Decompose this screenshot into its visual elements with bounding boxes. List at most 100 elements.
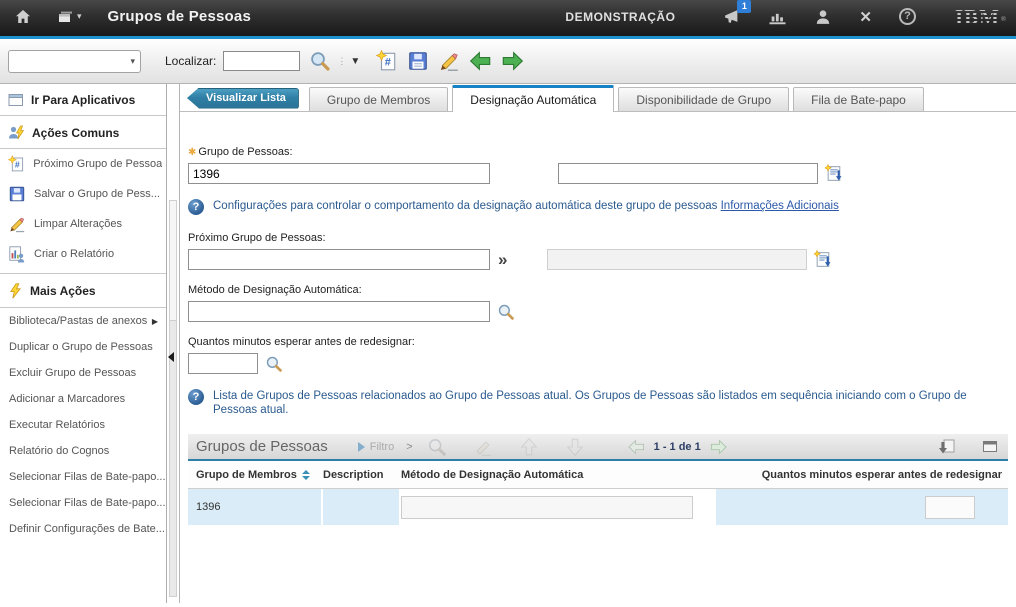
new-record-icon: #: [8, 155, 25, 173]
toolbar-separator: ⋮: [337, 56, 347, 67]
go-to-detail-icon[interactable]: »: [498, 253, 507, 267]
next-group-description-input: [547, 249, 807, 270]
next-group-input[interactable]: [188, 249, 490, 270]
row-description-value[interactable]: [323, 489, 401, 525]
tab-grupo-de-membros[interactable]: Grupo de Membros: [309, 87, 448, 111]
column-header-member-group[interactable]: Grupo de Membros: [188, 469, 323, 481]
help-icon[interactable]: ?: [899, 8, 916, 25]
sidebar-section-more-actions: Mais Ações: [0, 273, 166, 308]
close-icon[interactable]: ✕: [859, 8, 872, 26]
action-add-to-bookmarks[interactable]: Adicionar a Marcadores: [0, 386, 166, 412]
search-icon[interactable]: [309, 50, 331, 72]
previous-record-icon[interactable]: [469, 50, 492, 72]
next-row-icon: [565, 437, 585, 457]
download-icon[interactable]: [938, 438, 956, 456]
tab-fila-de-bate-papo[interactable]: Fila de Bate-papo: [793, 87, 924, 111]
new-record-icon[interactable]: #: [376, 50, 398, 72]
table-title: Grupos de Pessoas: [196, 438, 328, 455]
column-header-minutes[interactable]: Quantos minutos esperar antes de redesig…: [716, 469, 1008, 481]
long-description-icon[interactable]: [814, 250, 833, 269]
save-icon: [8, 185, 26, 203]
group-field-label: ✱Grupo de Pessoas:: [188, 146, 1008, 158]
action-define-chat-settings[interactable]: Definir Configurações de Bate...: [0, 516, 166, 542]
minutes-field-label: Quantos minutos esperar antes de redesig…: [188, 336, 1008, 348]
table-clear-icon: [473, 437, 493, 457]
method-input[interactable]: [188, 301, 490, 322]
find-label: Localizar:: [165, 54, 216, 68]
previous-page-icon: [627, 439, 646, 455]
report-icon: [8, 245, 26, 263]
tab-designacao-automatica[interactable]: Designação Automática: [452, 85, 614, 112]
notification-badge: 1: [737, 0, 751, 13]
sidebar-collapse-icon[interactable]: [168, 352, 174, 362]
sidebar-scrollbar[interactable]: [169, 200, 177, 597]
submenu-arrow-icon: ▶: [152, 317, 158, 326]
sort-icon[interactable]: [302, 470, 310, 480]
home-icon[interactable]: [14, 9, 32, 25]
more-information-link[interactable]: Informações Adicionais: [721, 200, 839, 212]
view-list-button[interactable]: Visualizar Lista: [187, 88, 299, 109]
record-toolbar: ▾ Localizar: ⋮ ▼ #: [0, 39, 1016, 84]
action-save-person-group[interactable]: Salvar o Grupo de Pess...: [0, 179, 166, 209]
action-clear-changes[interactable]: Limpar Alterações: [0, 209, 166, 239]
sidebar-splitter[interactable]: [167, 84, 180, 603]
info-help-icon[interactable]: ?: [188, 389, 204, 405]
minutes-lookup-icon[interactable]: [265, 355, 283, 373]
find-input[interactable]: [223, 51, 300, 71]
application-window-icon: [8, 93, 24, 107]
action-select-chat-queues-1[interactable]: Selecionar Filas de Bate-papo...: [0, 464, 166, 490]
tab-bar: Visualizar Lista Grupo de Membros Design…: [180, 84, 1016, 112]
clear-changes-icon: [8, 215, 26, 233]
row-method-input[interactable]: [401, 496, 693, 519]
sidebar-scrollbar-thumb[interactable]: [170, 201, 176, 321]
column-header-description[interactable]: Description: [323, 469, 401, 481]
row-minutes-input[interactable]: [925, 496, 975, 519]
table-row[interactable]: 1396: [188, 489, 1008, 525]
table-search-icon: [427, 437, 447, 457]
sidebar: Ir Para Aplicativos Ações Comuns # Próxi…: [0, 84, 167, 603]
more-actions-icon: [8, 283, 23, 299]
reports-chart-icon[interactable]: [768, 9, 787, 25]
table-header-row: Grupo de Membros Description Método de D…: [188, 461, 1008, 489]
method-lookup-icon[interactable]: [497, 303, 515, 321]
action-select-chat-queues-2[interactable]: Selecionar Filas de Bate-papo...: [0, 490, 166, 516]
search-options-caret-icon[interactable]: ▼: [350, 56, 360, 67]
column-header-method[interactable]: Método de Designação Automática: [401, 469, 716, 481]
profile-icon[interactable]: [814, 9, 832, 25]
group-input[interactable]: [188, 163, 490, 184]
method-field-label: Método de Designação Automática:: [188, 284, 1008, 296]
combo-caret-icon: ▾: [130, 56, 135, 67]
next-record-icon[interactable]: [501, 50, 524, 72]
tab-disponibilidade-de-grupo[interactable]: Disponibilidade de Grupo: [618, 87, 789, 111]
query-select[interactable]: ▾: [8, 50, 141, 73]
clear-changes-icon[interactable]: [438, 50, 460, 72]
go-to-menu-icon[interactable]: ▾: [56, 9, 82, 25]
announcements-icon[interactable]: 1: [721, 8, 741, 25]
go-to-caret-icon: ▾: [77, 11, 82, 22]
long-description-icon[interactable]: [825, 164, 844, 183]
table-toolbar: Grupos de Pessoas Filtro >: [188, 434, 1008, 461]
environment-label: DEMONSTRAÇÃO: [565, 10, 675, 24]
action-delete-person-group[interactable]: Excluir Grupo de Pessoas: [0, 360, 166, 386]
previous-row-icon: [519, 437, 539, 457]
row-member-group-value[interactable]: 1396: [188, 489, 323, 525]
save-icon[interactable]: [407, 50, 429, 72]
action-duplicate-person-group[interactable]: Duplicar o Grupo de Pessoas: [0, 334, 166, 360]
filter-expand-icon[interactable]: >: [406, 441, 412, 453]
sidebar-item-go-to-applications[interactable]: Ir Para Aplicativos: [0, 84, 166, 116]
action-attachment-library[interactable]: Biblioteca/Pastas de anexos ▶: [0, 308, 166, 334]
info-help-icon[interactable]: ?: [188, 199, 204, 215]
next-page-icon: [709, 439, 728, 455]
sidebar-section-common-actions: Ações Comuns: [0, 116, 166, 149]
action-next-person-group[interactable]: # Próximo Grupo de Pessoas: [0, 149, 166, 179]
group-description-input[interactable]: [558, 163, 818, 184]
common-actions-icon: [8, 125, 25, 140]
filter-toggle[interactable]: Filtro: [358, 441, 394, 453]
action-create-report[interactable]: Criar o Relatório: [0, 239, 166, 269]
svg-text:#: #: [385, 56, 391, 68]
pagination-label: 1 - 1 de 1: [654, 441, 701, 453]
action-cognos-report[interactable]: Relatório do Cognos: [0, 438, 166, 464]
action-run-reports[interactable]: Executar Relatórios: [0, 412, 166, 438]
minutes-input[interactable]: [188, 353, 258, 374]
minimize-table-icon[interactable]: [982, 440, 998, 453]
